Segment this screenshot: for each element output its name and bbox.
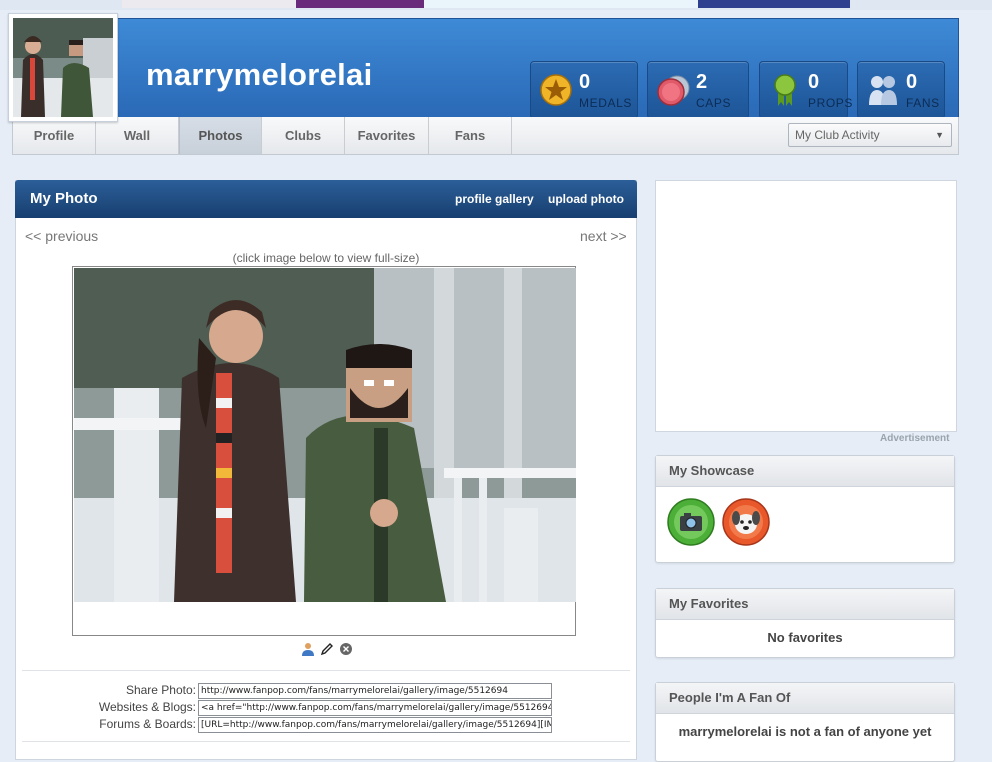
showcase-title: My Showcase	[656, 456, 954, 487]
tab-profile[interactable]: Profile	[13, 117, 96, 154]
profile-username: marrymelorelai	[146, 57, 373, 92]
medals-count: 0	[579, 71, 591, 93]
cap-icon	[657, 75, 690, 106]
chevron-down-icon: ▼	[935, 130, 944, 140]
profile-header: marrymelorelai 0 MEDALS 2 CAPS 0 PROPS 0…	[12, 18, 959, 119]
tab-photos[interactable]: Photos	[179, 117, 262, 154]
fan-of-empty-text: marrymelorelai is not a fan of anyone ye…	[678, 724, 932, 739]
divider	[22, 741, 630, 742]
props-count: 0	[808, 71, 820, 93]
forums-boards-row: Forums & Boards: [URL=http://www.fanpop.…	[0, 717, 560, 733]
stat-fans[interactable]: 0 FANS	[857, 61, 945, 119]
favorites-title: My Favorites	[656, 589, 954, 620]
stat-medals[interactable]: 0 MEDALS	[530, 61, 638, 119]
photo-panel-title: My Photo	[30, 190, 98, 207]
photo-frame[interactable]	[72, 266, 576, 636]
profile-gallery-link[interactable]: profile gallery	[455, 192, 534, 206]
stat-props[interactable]: 0 PROPS	[759, 61, 852, 119]
dog-badge-icon[interactable]	[722, 498, 770, 546]
club-activity-label: My Club Activity	[795, 128, 880, 142]
websites-blogs-field[interactable]: <a href="http://www.fanpop.com/fans/marr…	[198, 700, 552, 716]
upload-photo-link[interactable]: upload photo	[548, 192, 624, 206]
tab-clubs[interactable]: Clubs	[262, 117, 345, 154]
top-ad-banner[interactable]	[122, 0, 850, 8]
click-hint: (click image below to view full-size)	[232, 251, 420, 265]
websites-blogs-row: Websites & Blogs: <a href="http://www.fa…	[0, 700, 560, 716]
advertisement-box[interactable]	[655, 180, 957, 432]
tab-wall[interactable]: Wall	[96, 117, 179, 154]
fans-label: FANS	[906, 96, 940, 110]
websites-blogs-label: Websites & Blogs:	[98, 700, 196, 714]
main-photo	[74, 268, 576, 602]
next-link[interactable]: next >>	[580, 228, 627, 244]
stat-caps[interactable]: 2 CAPS	[647, 61, 749, 119]
photo-panel-header: My Photo profile gallery upload photo	[15, 180, 637, 218]
avatar[interactable]	[8, 13, 118, 122]
medals-label: MEDALS	[579, 96, 632, 110]
photo-tools	[301, 642, 353, 656]
showcase-box: My Showcase	[655, 455, 955, 563]
avatar-image	[13, 18, 113, 117]
advertisement-label: Advertisement	[880, 433, 950, 444]
tab-fans[interactable]: Fans	[429, 117, 512, 154]
camera-badge-icon[interactable]	[667, 498, 715, 546]
medal-star-icon	[540, 74, 572, 106]
club-activity-dropdown[interactable]: My Club Activity ▼	[788, 123, 952, 147]
fans-people-icon	[869, 76, 897, 105]
fan-of-title: People I'm A Fan Of	[656, 683, 954, 714]
share-photo-field[interactable]: http://www.fanpop.com/fans/marrymelorela…	[198, 683, 552, 699]
divider	[22, 670, 630, 671]
caps-label: CAPS	[696, 96, 732, 110]
share-photo-row: Share Photo: http://www.fanpop.com/fans/…	[0, 683, 560, 699]
fan-of-box: People I'm A Fan Of marrymelorelai is no…	[655, 682, 955, 762]
edit-pencil-icon[interactable]	[320, 642, 334, 656]
favorites-empty-text: No favorites	[767, 630, 843, 645]
caps-count: 2	[696, 71, 708, 93]
fans-count: 0	[906, 71, 918, 93]
delete-x-icon[interactable]	[339, 642, 353, 656]
favorites-box: My Favorites No favorites	[655, 588, 955, 658]
tab-favorites[interactable]: Favorites	[345, 117, 429, 154]
tag-person-icon[interactable]	[301, 642, 315, 656]
props-ribbon-icon	[774, 74, 796, 106]
props-label: PROPS	[808, 96, 854, 110]
previous-link[interactable]: << previous	[25, 228, 98, 244]
forums-boards-label: Forums & Boards:	[99, 717, 196, 731]
top-ad-strip	[0, 0, 992, 10]
share-photo-label: Share Photo:	[125, 683, 196, 697]
forums-boards-field[interactable]: [URL=http://www.fanpop.com/fans/marrymel…	[198, 717, 552, 733]
